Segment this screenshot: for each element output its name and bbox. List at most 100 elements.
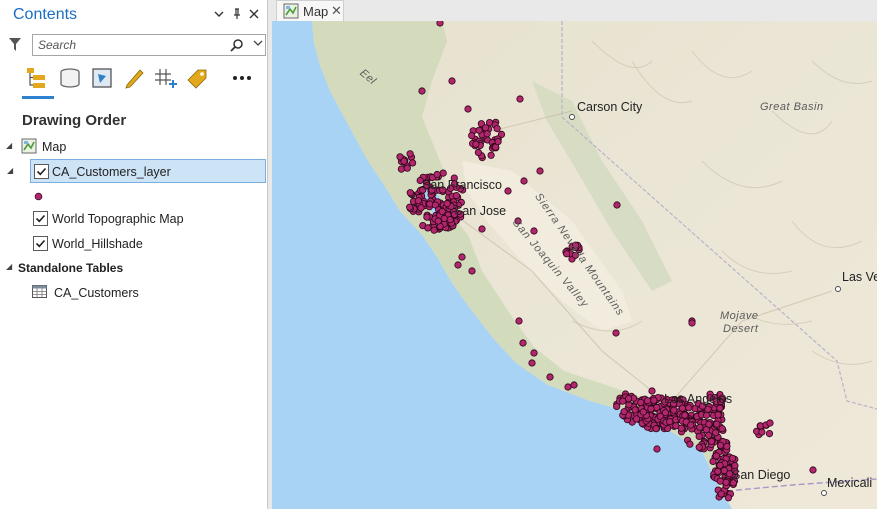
- list-by-snapping-icon[interactable]: [152, 64, 180, 92]
- customer-point[interactable]: [464, 105, 472, 113]
- customer-point[interactable]: [647, 405, 655, 413]
- customer-point[interactable]: [438, 207, 446, 216]
- customer-point[interactable]: [414, 197, 422, 205]
- customer-point[interactable]: [643, 397, 652, 405]
- customer-point[interactable]: [716, 441, 725, 449]
- customer-point[interactable]: [482, 124, 490, 132]
- customer-point[interactable]: [474, 148, 482, 156]
- expand-triangle-icon[interactable]: ◢: [6, 142, 14, 150]
- customer-point[interactable]: [397, 165, 405, 173]
- customer-point[interactable]: [520, 177, 528, 185]
- customer-point[interactable]: [711, 429, 720, 437]
- customer-point[interactable]: [758, 428, 766, 436]
- customer-point[interactable]: [707, 437, 716, 445]
- customer-point[interactable]: [639, 408, 647, 416]
- expand-triangle-icon[interactable]: ◢: [6, 263, 14, 271]
- customer-point[interactable]: [687, 421, 695, 429]
- customer-point[interactable]: [620, 408, 628, 416]
- customer-point[interactable]: [528, 359, 536, 367]
- customer-point[interactable]: [670, 406, 678, 414]
- search-input[interactable]: [38, 37, 218, 53]
- search-icon[interactable]: [230, 38, 244, 52]
- search-options-icon[interactable]: [252, 38, 264, 52]
- customer-point[interactable]: [452, 192, 460, 200]
- customer-point[interactable]: [436, 21, 444, 27]
- close-tab-icon[interactable]: ✕: [331, 3, 342, 19]
- tree-item-ca-customers-table[interactable]: CA_Customers: [0, 281, 266, 305]
- customer-point[interactable]: [652, 425, 660, 433]
- customer-point[interactable]: [475, 126, 483, 134]
- list-by-editing-icon[interactable]: [120, 64, 148, 92]
- customer-point[interactable]: [765, 429, 774, 438]
- tree-item-world-topographic-map[interactable]: World Topographic Map: [0, 207, 266, 231]
- list-by-labeling-icon[interactable]: [184, 64, 212, 92]
- customer-point[interactable]: [454, 261, 462, 269]
- customer-point[interactable]: [705, 431, 713, 439]
- dropdown-icon[interactable]: [212, 8, 226, 22]
- customer-point[interactable]: [458, 253, 466, 261]
- customer-point[interactable]: [468, 132, 476, 140]
- customer-point[interactable]: [406, 203, 414, 211]
- customer-point[interactable]: [493, 125, 501, 133]
- customer-point[interactable]: [695, 432, 703, 440]
- customer-point[interactable]: [564, 383, 572, 391]
- customer-point[interactable]: [406, 189, 414, 197]
- customer-point[interactable]: [705, 420, 713, 428]
- customer-point[interactable]: [446, 216, 454, 224]
- layer-visibility-checkbox[interactable]: [34, 164, 49, 179]
- customer-point[interactable]: [713, 420, 721, 428]
- customer-point[interactable]: [403, 164, 411, 172]
- customer-point[interactable]: [443, 199, 451, 208]
- customer-point[interactable]: [536, 167, 544, 175]
- customer-point[interactable]: [714, 467, 722, 475]
- customer-point[interactable]: [516, 95, 524, 103]
- customer-point[interactable]: [724, 494, 732, 502]
- customer-point[interactable]: [688, 319, 696, 327]
- customer-point[interactable]: [439, 169, 447, 177]
- customer-point[interactable]: [704, 405, 712, 413]
- customer-point[interactable]: [809, 466, 817, 474]
- customer-point[interactable]: [695, 443, 703, 451]
- customer-point[interactable]: [487, 151, 495, 159]
- tree-item-map[interactable]: ◢ Map: [0, 135, 266, 159]
- customer-point[interactable]: [483, 130, 491, 138]
- customer-point[interactable]: [448, 77, 456, 85]
- customer-point[interactable]: [728, 454, 737, 462]
- customer-point[interactable]: [632, 415, 641, 423]
- customer-point[interactable]: [440, 214, 448, 223]
- customer-point[interactable]: [530, 349, 538, 357]
- customer-point[interactable]: [716, 477, 724, 485]
- customer-point[interactable]: [718, 425, 726, 433]
- more-icon[interactable]: [228, 64, 256, 92]
- customer-point[interactable]: [677, 424, 685, 432]
- customer-point[interactable]: [418, 87, 426, 95]
- customer-point[interactable]: [666, 418, 674, 426]
- customer-point[interactable]: [631, 406, 639, 414]
- tree-item-world-hillshade[interactable]: World_Hillshade: [0, 232, 266, 256]
- customer-point[interactable]: [766, 419, 774, 427]
- customer-point[interactable]: [619, 397, 627, 405]
- customer-point[interactable]: [681, 411, 689, 419]
- customer-point[interactable]: [406, 150, 414, 158]
- customer-point[interactable]: [515, 317, 523, 325]
- customer-point[interactable]: [613, 201, 621, 209]
- customer-point[interactable]: [472, 140, 480, 148]
- list-by-drawing-order-icon[interactable]: [22, 64, 50, 92]
- customer-point[interactable]: [519, 339, 527, 347]
- customer-point[interactable]: [409, 159, 417, 167]
- customer-point[interactable]: [714, 411, 722, 419]
- customer-point[interactable]: [478, 225, 486, 233]
- customer-point[interactable]: [494, 138, 502, 146]
- customer-point[interactable]: [653, 445, 661, 453]
- customer-point[interactable]: [400, 157, 408, 165]
- hillshade-visibility-checkbox[interactable]: [33, 236, 48, 251]
- customer-point[interactable]: [433, 170, 441, 179]
- customer-point[interactable]: [468, 267, 476, 275]
- map-tab[interactable]: Map ✕: [276, 0, 344, 21]
- tree-item-standalone-tables[interactable]: ◢ Standalone Tables: [0, 256, 266, 280]
- customer-point[interactable]: [637, 398, 645, 407]
- map-canvas[interactable]: Carson City Great Basin San Francisco Sa…: [272, 21, 877, 509]
- list-by-selection-icon[interactable]: [88, 64, 116, 92]
- customer-point[interactable]: [424, 224, 432, 232]
- customer-point[interactable]: [696, 423, 704, 431]
